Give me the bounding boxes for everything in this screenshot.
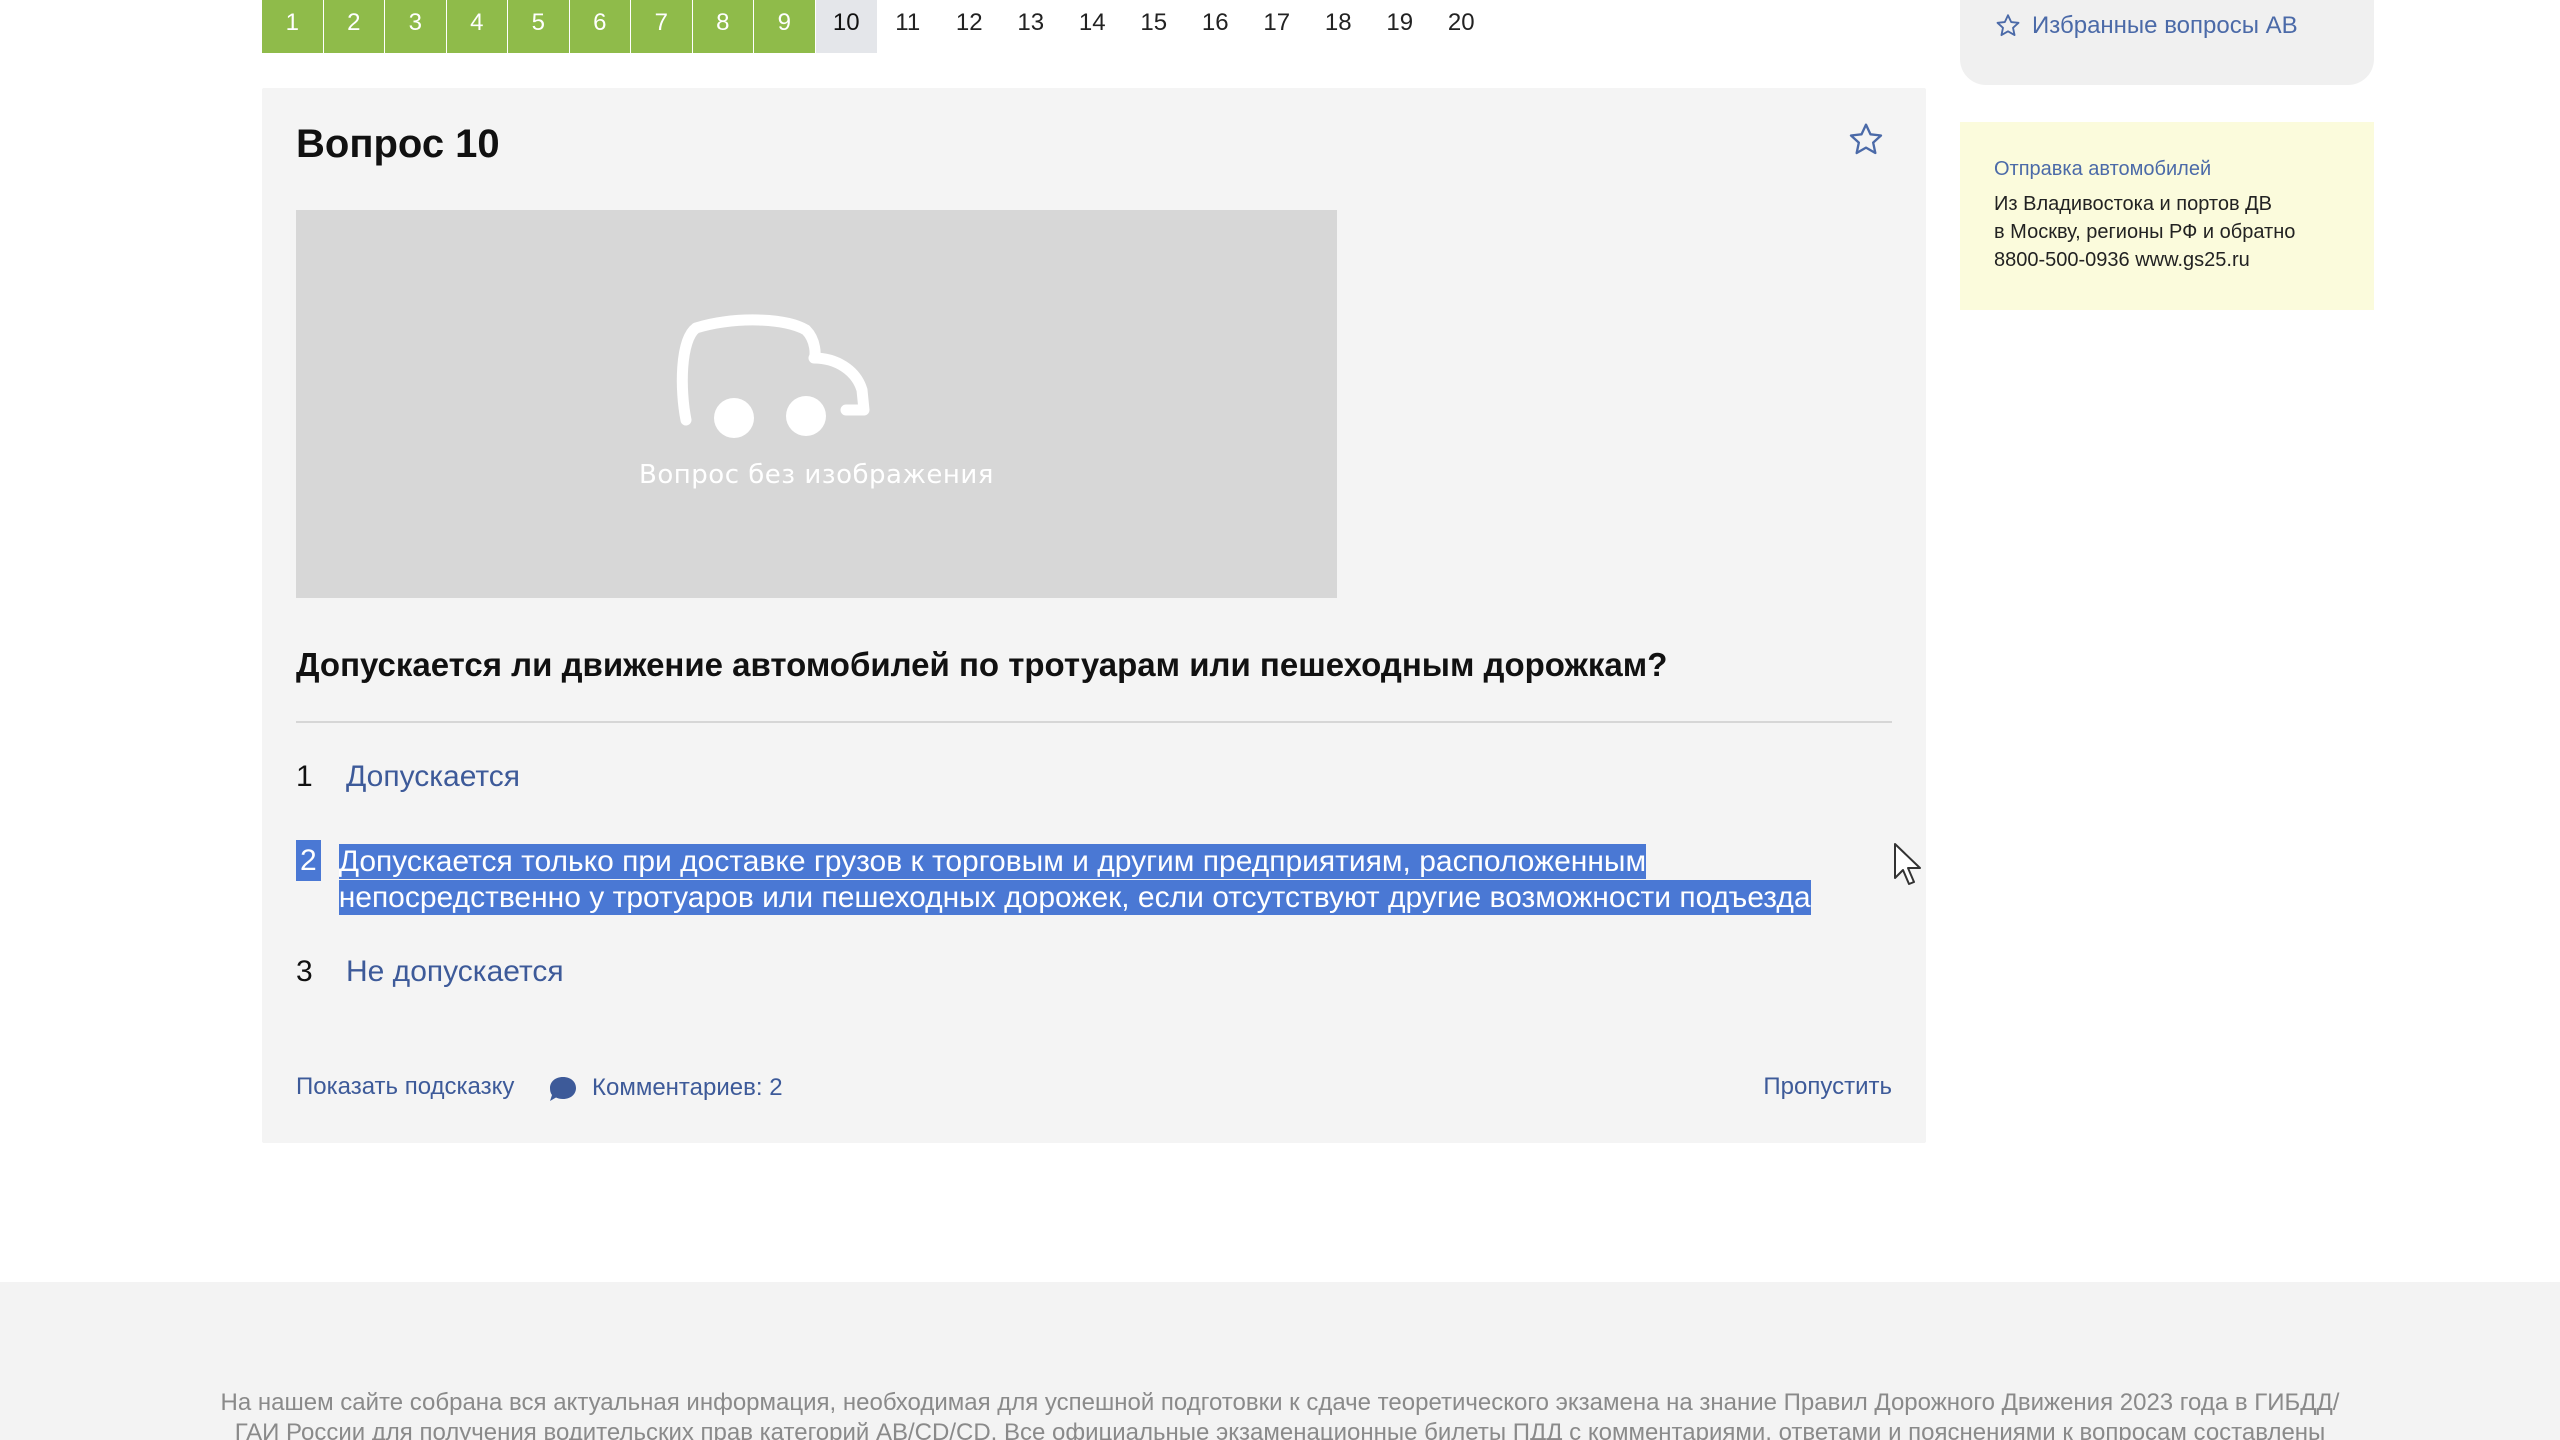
comments-count: Комментариев: 2 (592, 1074, 783, 1101)
question-nav-item[interactable]: 4 (446, 0, 508, 53)
question-text: Допускается ли движение автомобилей по т… (296, 646, 1668, 683)
no-image-caption: Вопрос без изображения (639, 460, 994, 490)
question-nav-item[interactable]: 1 (262, 0, 324, 53)
question-nav-item[interactable]: 7 (631, 0, 693, 53)
star-outline-icon (1996, 14, 2020, 37)
answer-option-2[interactable]: 2 Допускается только при доставке грузов… (296, 840, 1896, 916)
answer-option-1[interactable]: 1 Допускается (296, 760, 520, 794)
question-image-placeholder: Вопрос без изображения (296, 210, 1337, 598)
question-nav-item[interactable]: 14 (1062, 0, 1124, 53)
speech-bubble-icon (550, 1077, 576, 1101)
car-icon (676, 314, 870, 438)
answer-number: 2 (296, 840, 321, 916)
question-nav-item[interactable]: 15 (1123, 0, 1185, 53)
ad-line: в Москву, регионы РФ и обратно (1994, 221, 2296, 243)
favorites-panel: Избранные вопросы АВ (1960, 0, 2374, 85)
question-nav-item[interactable]: 18 (1308, 0, 1370, 53)
mouse-pointer-icon (1894, 843, 1921, 885)
question-nav-item[interactable]: 11 (877, 0, 939, 53)
answer-text: Не допускается (346, 955, 564, 988)
question-nav-item[interactable]: 10 (815, 0, 877, 53)
divider (296, 721, 1892, 723)
answer-option-3[interactable]: 3 Не допускается (296, 955, 564, 989)
question-card: Вопрос 10 Вопрос без изображения Допуска… (262, 88, 1926, 1143)
show-hint-link[interactable]: Показать подсказку (296, 1073, 514, 1101)
question-nav-item[interactable]: 2 (323, 0, 385, 53)
answer-number: 3 (296, 955, 313, 988)
question-nav-item[interactable]: 5 (508, 0, 570, 53)
question-nav-item[interactable]: 20 (1431, 0, 1493, 53)
comments-link[interactable]: Комментариев: 2 (548, 1073, 783, 1103)
question-nav-item[interactable]: 3 (385, 0, 447, 53)
ad-line: Из Владивостока и портов ДВ (1994, 193, 2273, 215)
ad-line: 8800-500-0936 www.gs25.ru (1994, 249, 2250, 271)
question-nav-item[interactable]: 16 (1185, 0, 1247, 53)
favorite-star-icon[interactable] (1846, 120, 1886, 160)
skip-button[interactable]: Пропустить (1763, 1073, 1892, 1101)
favorites-link[interactable]: Избранные вопросы АВ (1994, 12, 2298, 40)
footer-text: На нашем сайте собрана вся актуальная ин… (220, 1389, 2340, 1440)
favorites-label: Избранные вопросы АВ (2032, 12, 2298, 39)
answer-text: Допускается только при доставке грузов к… (338, 844, 1811, 915)
footer: На нашем сайте собрана вся актуальная ин… (0, 1282, 2560, 1440)
question-nav-item[interactable]: 19 (1369, 0, 1431, 53)
question-nav-item[interactable]: 13 (1000, 0, 1062, 53)
question-nav-item[interactable]: 17 (1246, 0, 1308, 53)
answer-number: 1 (296, 760, 313, 793)
answer-text: Допускается (346, 760, 521, 793)
ad-banner[interactable]: Отправка автомобилей Из Владивостока и п… (1960, 122, 2374, 310)
question-nav-item[interactable]: 12 (939, 0, 1001, 53)
question-nav-item[interactable]: 9 (754, 0, 816, 53)
question-nav-item[interactable]: 6 (569, 0, 631, 53)
question-title: Вопрос 10 (296, 122, 500, 166)
question-nav: 1 2 3 4 5 6 7 8 9 10 11 12 13 14 15 16 17 18 19 20 (262, 0, 1492, 53)
question-nav-item[interactable]: 8 (692, 0, 754, 53)
ad-title: Отправка автомобилей (1994, 158, 2212, 180)
